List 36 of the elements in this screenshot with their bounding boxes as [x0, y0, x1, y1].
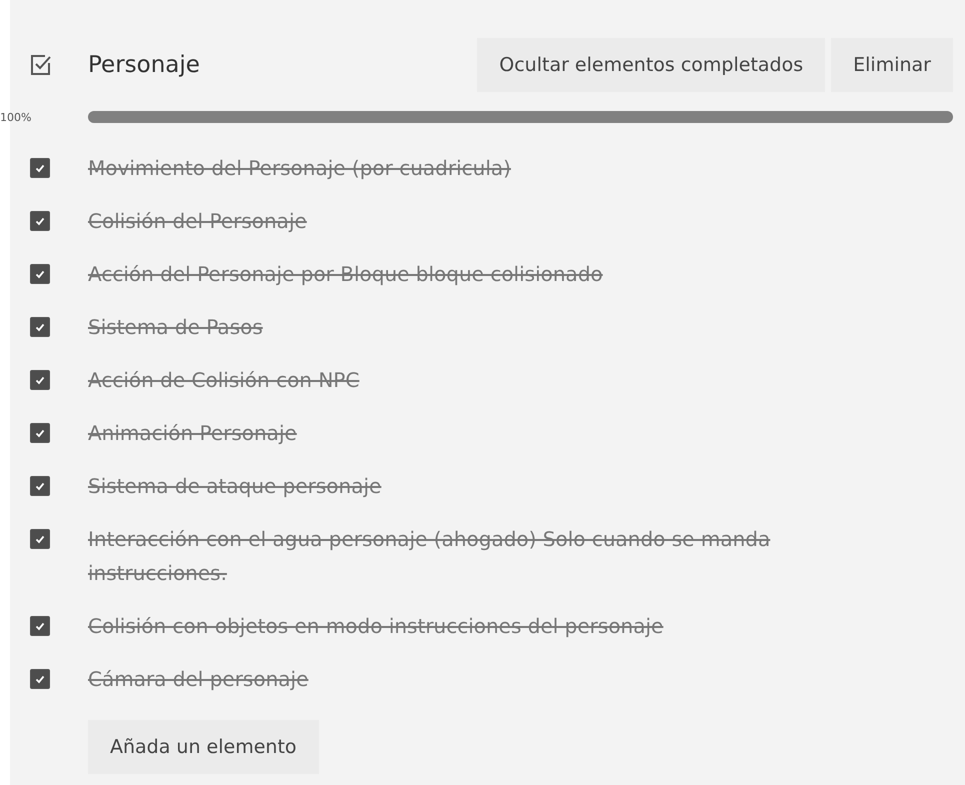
checklist-icon: [30, 54, 52, 76]
task-text: Animación Personaje: [88, 420, 297, 447]
checkbox[interactable]: [30, 669, 50, 689]
task-text: Acción del Personaje por Bloque bloque colisionado: [88, 261, 603, 288]
task-text: Colisión del Personaje: [88, 208, 307, 235]
task-text: Movimiento del Personaje (por cuadricula): [88, 155, 511, 182]
checkbox[interactable]: [30, 476, 50, 496]
checkmark-icon: [34, 620, 46, 632]
checkbox[interactable]: [30, 370, 50, 390]
checkmark-icon: [34, 427, 46, 439]
checkbox[interactable]: [30, 158, 50, 178]
checkbox[interactable]: [30, 211, 50, 231]
task-text: Sistema de Pasos: [88, 314, 263, 341]
checkbox[interactable]: [30, 317, 50, 337]
checkmark-icon: [34, 533, 46, 545]
task-text: Colisión con objetos en modo instrucciones del personaje: [88, 613, 664, 640]
checkmark-icon: [34, 162, 46, 174]
checkmark-icon: [34, 321, 46, 333]
checkbox[interactable]: [30, 616, 50, 636]
checkmark-icon: [34, 215, 46, 227]
delete-button[interactable]: Eliminar: [831, 38, 953, 92]
task-text: Interacción con el agua personaje (ahogado) Solo cuando se manda instrucciones.: [88, 526, 772, 587]
checkbox[interactable]: [30, 529, 50, 549]
hide-completed-button[interactable]: Ocultar elementos completados: [477, 38, 826, 92]
add-item-button[interactable]: Añada un elemento: [88, 720, 319, 774]
checkmark-icon: [34, 268, 46, 280]
progress-label: 100%: [0, 110, 32, 124]
checkbox[interactable]: [30, 423, 50, 443]
checkmark-icon: [34, 480, 46, 492]
checkmark-icon: [34, 673, 46, 685]
checkbox[interactable]: [30, 264, 50, 284]
task-text: Acción de Colisión con NPC: [88, 367, 360, 394]
task-text: Cámara del personaje: [88, 666, 308, 693]
list-title: Personaje: [88, 52, 200, 78]
checkmark-icon: [34, 374, 46, 386]
task-text: Sistema de ataque personaje: [88, 473, 382, 500]
